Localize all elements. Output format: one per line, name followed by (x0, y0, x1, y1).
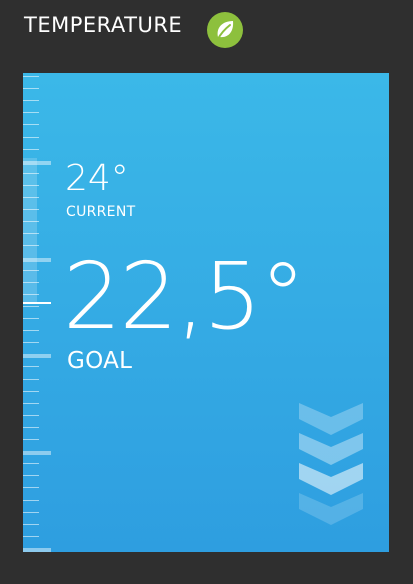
scale-tick (23, 499, 39, 501)
scale-tick (23, 523, 39, 525)
thermostat-panel: 24° CURRENT 22,5° GOAL (23, 73, 389, 552)
scale-tick-major (23, 354, 51, 359)
header: TEMPERATURE (0, 0, 413, 60)
current-temperature: 24° (65, 158, 129, 199)
scale-tick (23, 112, 39, 114)
goal-indicator[interactable] (23, 302, 51, 304)
scale-tick (23, 100, 39, 102)
leaf-icon[interactable] (207, 12, 243, 48)
scale-tick (23, 124, 39, 126)
scale-tick (23, 76, 39, 77)
scale-tick (23, 318, 39, 319)
scale-tick (23, 487, 39, 489)
scale-tick (23, 281, 39, 283)
scale-tick (23, 88, 39, 90)
scale-tick (23, 172, 39, 174)
scale-tick-major (23, 547, 51, 552)
scale-tick (23, 366, 39, 368)
scale-tick (23, 402, 39, 404)
scale-tick (23, 233, 39, 235)
scale-tick-major (23, 257, 51, 262)
scale-tick (23, 148, 39, 150)
scale-tick (23, 378, 39, 380)
goal-temperature: 22,5° (63, 243, 306, 350)
scale-tick (23, 330, 39, 332)
scale-tick (23, 463, 39, 465)
goal-label: GOAL (67, 348, 133, 374)
scale-tick (23, 426, 39, 428)
scale-tick (23, 269, 39, 271)
page-title: TEMPERATURE (24, 13, 183, 37)
scale-tick (23, 475, 39, 477)
scale-tick (23, 197, 39, 198)
temperature-scale[interactable] (23, 73, 51, 552)
scale-tick (23, 305, 39, 307)
scale-tick (23, 293, 39, 295)
scale-tick (23, 136, 39, 138)
scale-tick (23, 390, 39, 392)
scale-tick (23, 342, 39, 344)
scale-tick (23, 209, 39, 211)
scale-tick (23, 221, 39, 223)
scale-tick (23, 535, 39, 537)
scale-tick-major (23, 160, 51, 165)
chevron-down-icon[interactable] (299, 403, 363, 533)
scale-tick (23, 414, 39, 416)
scale-tick-major (23, 451, 51, 456)
current-label: CURRENT (66, 204, 136, 220)
scale-tick (23, 184, 39, 186)
scale-tick (23, 245, 39, 247)
scale-tick (23, 439, 39, 440)
scale-tick (23, 511, 39, 513)
